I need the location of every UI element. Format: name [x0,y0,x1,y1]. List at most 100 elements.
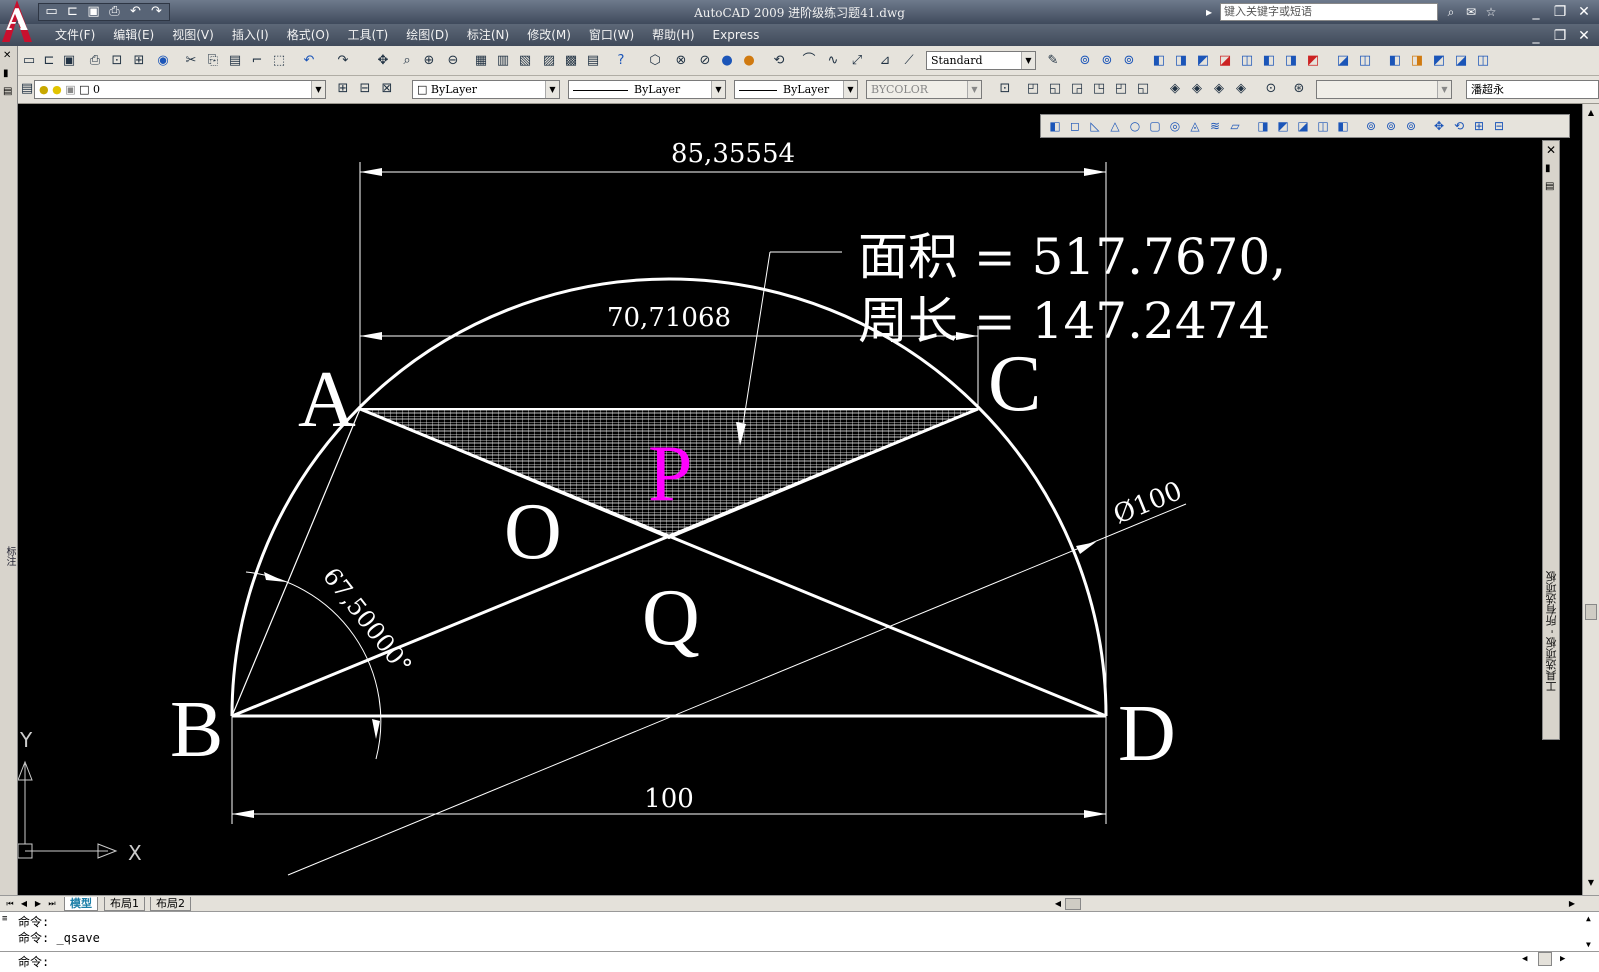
view-cube-icon[interactable]: ⬡ [646,52,664,70]
visual-style-wire-icon[interactable]: ⊗ [672,52,690,70]
bottom-view-icon[interactable]: ◱ [1046,80,1064,98]
named-view-select[interactable]: ▼ [1316,80,1452,99]
text-style-manager-icon[interactable]: ✎ [1044,52,1062,70]
scroll-left-icon[interactable]: ◀ [1522,954,1527,964]
cone-icon[interactable]: △ [1107,118,1123,134]
save-icon[interactable]: ▣ [60,52,78,70]
label-o[interactable]: O [504,488,562,576]
scroll-down-icon[interactable]: ▼ [1586,940,1591,949]
drawing-canvas[interactable]: 85,35554 70,71068 100 Ø100 67,50000° 面积 … [18,104,1582,895]
union-icon[interactable]: ⊚ [1363,118,1379,134]
left-view-icon[interactable]: ◲ [1068,80,1086,98]
qnew-icon[interactable]: ▭ [20,52,38,70]
design-center-icon[interactable]: ▥ [494,52,512,70]
doc-restore-button[interactable]: ❐ [1548,26,1572,46]
tool-palette-label[interactable]: 工具选项板 - 所有选项板 [1544,571,1560,692]
sheet-set-icon[interactable]: ▨ [540,52,558,70]
command-scroll-thumb[interactable] [1538,952,1552,966]
pyramid-icon[interactable]: ◬ [1187,118,1203,134]
subtract-icon[interactable]: ⊚ [1383,118,1399,134]
menu-file[interactable]: 文件(F) [46,27,104,43]
plot-preview-icon[interactable]: ⊡ [108,52,126,70]
properties-icon[interactable]: ▦ [472,52,490,70]
horizontal-scroll-thumb[interactable] [1065,898,1081,910]
print-icon[interactable]: ⎙ [106,4,123,20]
dimension-toolbar-label[interactable]: 标注 [2,546,17,566]
3d-move-icon[interactable]: ✥ [1431,118,1447,134]
calculator-icon[interactable]: ▤ [584,52,602,70]
next-tab-icon[interactable]: ▶ [32,897,44,910]
dist-icon[interactable]: ⟋ [900,52,918,70]
visual-style-hidden-icon[interactable]: ⊘ [696,52,714,70]
ucs-world-icon[interactable]: ◨ [1408,52,1426,70]
helix-icon[interactable]: ≋ [1207,118,1223,134]
polysolid-icon[interactable]: ◧ [1047,118,1063,134]
scroll-down-icon[interactable]: ▼ [1583,876,1599,890]
revolve-icon[interactable]: ◫ [1315,118,1331,134]
layer-previous-icon[interactable]: ⟲ [770,52,788,70]
named-views-icon[interactable]: ⊡ [996,80,1014,98]
dim-bottom-text[interactable]: 100 [644,784,694,814]
3d-rotate-icon[interactable]: ⟲ [1451,118,1467,134]
menu-format[interactable]: 格式(O) [278,27,339,43]
menu-edit[interactable]: 编辑(E) [104,27,163,43]
label-d[interactable]: D [1118,690,1176,778]
redo-icon[interactable]: ↷ [148,4,165,20]
text-style-select[interactable]: Standard ▼ [926,51,1036,70]
cylinder-icon[interactable]: ▢ [1147,118,1163,134]
zoom-realtime-icon[interactable]: ⌕ [398,52,416,70]
section-plane-icon[interactable]: ◪ [1334,52,1352,70]
menu-draw[interactable]: 绘图(D) [397,27,458,43]
menu-help[interactable]: 帮助(H) [643,27,703,43]
right-view-icon[interactable]: ◳ [1090,80,1108,98]
help-icon[interactable]: ? [612,52,630,70]
dim-top-text[interactable]: 85,35554 [671,139,795,169]
box-icon[interactable]: ◻ [1067,118,1083,134]
vertical-scrollbar[interactable]: ▲ ▼ [1582,104,1599,895]
properties-icon[interactable]: ▮ [1545,163,1551,174]
search-input[interactable]: 键入关键字或短语 [1220,3,1438,21]
polyline-icon[interactable]: ⌒ [800,52,818,70]
nw-iso-icon[interactable]: ◈ [1232,80,1250,98]
lineweight-control-select[interactable]: ByLayer ▼ [734,80,858,99]
layer-states-icon[interactable]: ⊠ [378,80,396,98]
dim-diameter-text[interactable]: Ø100 [1109,476,1186,530]
vertical-scroll-thumb[interactable] [1585,604,1597,620]
revolve-icon[interactable]: ◪ [1216,52,1234,70]
scroll-right-icon[interactable]: ▶ [1560,954,1565,964]
scroll-up-icon[interactable]: ▲ [1586,914,1591,923]
linetype-control-select[interactable]: ByLayer ▼ [568,80,726,99]
ucs-view-icon[interactable]: ◫ [1474,52,1492,70]
label-q[interactable]: Q [642,574,700,662]
cut-icon[interactable]: ✂ [182,52,200,70]
front-view-icon[interactable]: ◰ [1112,80,1130,98]
loft-icon[interactable]: ◧ [1335,118,1351,134]
color-control-select[interactable]: □ ByLayer ▼ [412,80,560,99]
restore-button[interactable]: ❐ [1548,2,1572,22]
menu-view[interactable]: 视图(V) [163,27,223,43]
sweep-icon[interactable]: ◪ [1295,118,1311,134]
doc-minimize-button[interactable]: _ [1524,26,1548,46]
union-icon[interactable]: ⊚ [1076,52,1094,70]
intersect-icon[interactable]: ⊚ [1403,118,1419,134]
menu-icon[interactable]: ▤ [1545,181,1554,192]
communication-center-icon[interactable]: ✉ [1462,3,1480,21]
label-a[interactable]: A [298,356,356,444]
3d-move-icon[interactable]: ◨ [1282,52,1300,70]
menu-insert[interactable]: 插入(I) [223,27,278,43]
construction-line-icon[interactable]: ⤢ [848,52,866,70]
favorites-star-icon[interactable]: ☆ [1482,3,1500,21]
redo-icon[interactable]: ↷ [334,52,352,70]
close-button[interactable]: ✕ [1572,2,1596,22]
ucs-3point-icon[interactable]: ◪ [1452,52,1470,70]
ucs-icon[interactable]: ◧ [1386,52,1404,70]
search-icon[interactable]: ⌕ [1442,3,1460,21]
undo-icon[interactable]: ↶ [300,52,318,70]
top-view-icon[interactable]: ◰ [1024,80,1042,98]
viewport-icon[interactable]: ⊛ [1290,80,1308,98]
save-icon[interactable]: ▣ [85,4,102,20]
tab-model[interactable]: 模型 [64,897,98,911]
presspull-icon[interactable]: ◨ [1172,52,1190,70]
flatshot-icon[interactable]: ◫ [1356,52,1374,70]
3d-align-icon[interactable]: ⊞ [1471,118,1487,134]
